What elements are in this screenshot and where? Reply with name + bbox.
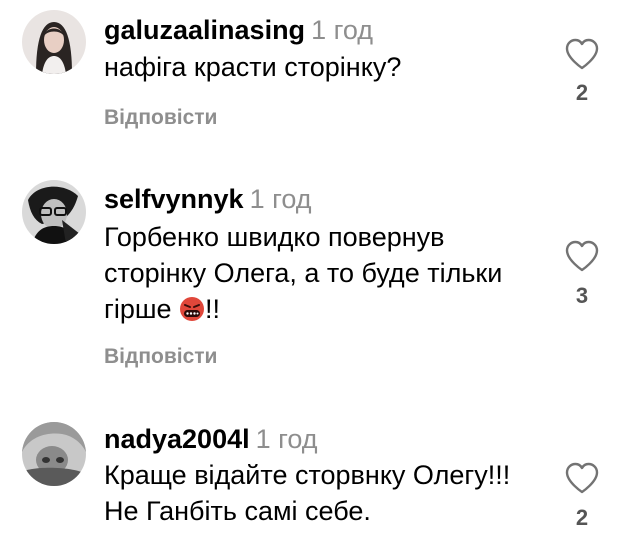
avatar[interactable] xyxy=(22,422,86,486)
username[interactable]: nadya2004l xyxy=(104,424,250,454)
comment-text-line: Краще відайте сторвнку Олегу!!! xyxy=(104,460,511,490)
like-button[interactable] xyxy=(562,460,602,496)
comment-item: nadya2004l 1 год Краще відайте сторвнку О… xyxy=(0,0,626,546)
heart-outline-icon xyxy=(565,462,599,494)
like-count: 2 xyxy=(575,505,589,530)
comment-text-line: Не Ганбіть самі себе. xyxy=(104,496,371,526)
comment-text: Краще відайте сторвнку Олегу!!! Не Ганбі… xyxy=(104,457,554,529)
timestamp: 1 год xyxy=(255,424,318,454)
grayscale-portrait-avatar-icon xyxy=(22,422,86,486)
comment-header: nadya2004l 1 год xyxy=(104,423,318,455)
